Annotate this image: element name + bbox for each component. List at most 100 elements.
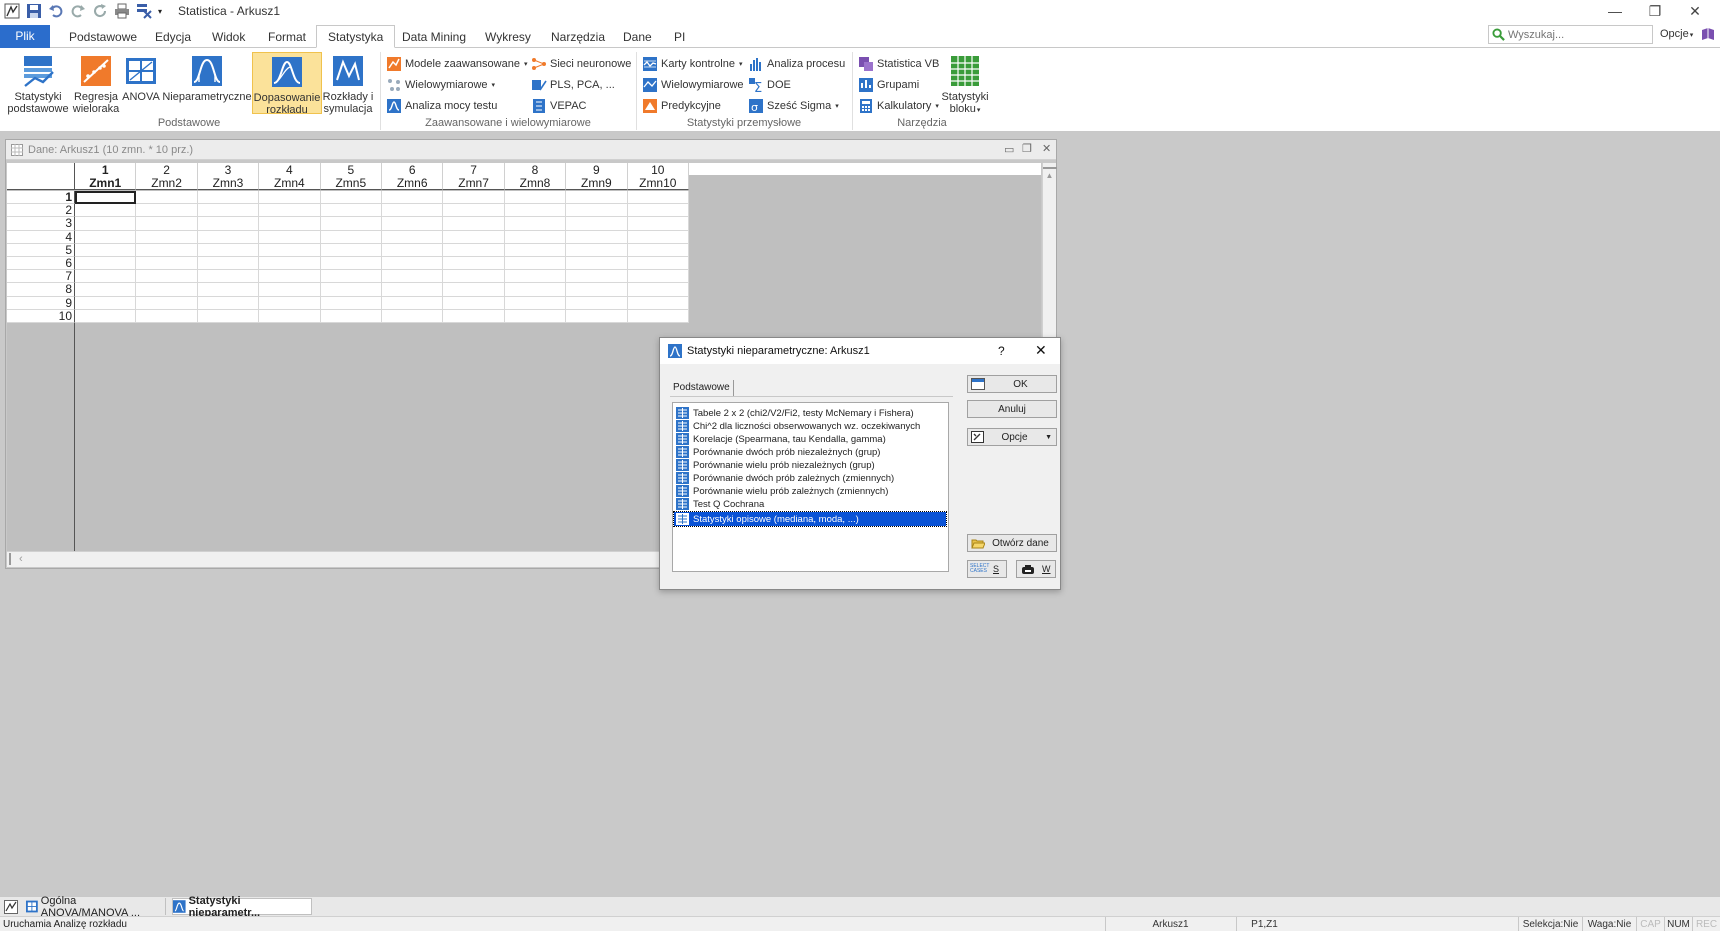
column-header[interactable]: 10 Zmn10 [627,163,689,190]
column-header[interactable]: 2 Zmn2 [136,163,198,190]
grid-cell[interactable] [136,204,198,218]
grid-cell[interactable] [136,270,198,284]
dopasowanie-rozkladu-button[interactable]: Dopasowanie rozkładu [252,52,322,116]
grid-cell[interactable] [320,257,382,271]
grid-cell[interactable] [382,217,444,231]
column-header[interactable]: 5 Zmn5 [320,163,382,190]
analysis-list-item[interactable]: Porównanie wielu prób niezależnych (grup… [674,458,946,472]
scroll-thumb[interactable] [1043,163,1057,169]
options-menu-button[interactable]: Opcje▾ [1660,28,1693,40]
grid-cell[interactable] [259,243,321,257]
row-header[interactable]: 3 [7,217,75,231]
grid-cell[interactable] [627,204,689,218]
grid-cell[interactable] [443,230,505,244]
column-header[interactable]: 7 Zmn7 [443,163,505,190]
cancel-button[interactable]: Anuluj [967,400,1057,418]
column-header[interactable]: 9 Zmn9 [566,163,628,190]
row-header[interactable]: 9 [7,296,75,310]
grid-cell[interactable] [504,257,567,271]
grid-cell[interactable] [443,204,505,218]
tab-data-mining[interactable]: Data Mining [391,26,477,48]
grid-cell[interactable] [259,257,321,271]
grid-cell[interactable] [320,204,382,218]
taskbar-item-anova[interactable]: Ogólna ANOVA/MANOVA ... [26,895,166,919]
grid-cell[interactable] [566,191,628,205]
close-icon[interactable]: ✕ [1042,142,1051,155]
grid-cell[interactable] [566,257,628,271]
grid-cell[interactable] [443,217,505,231]
grid-cell[interactable] [504,204,567,218]
grid-cell[interactable] [197,243,260,257]
grid-cell[interactable] [382,283,444,297]
wielowymiarowe-button[interactable]: Wielowymiarowe ▾ [386,75,495,94]
row-header[interactable]: 7 [7,270,75,284]
grid-cell[interactable] [504,217,567,231]
grid-cell[interactable] [627,296,689,310]
grid-cell[interactable] [504,270,567,284]
grid-cell[interactable] [136,257,198,271]
statystyki-podstawowe-button[interactable]: Statystyki podstawowe [6,54,70,115]
pls-pca-button[interactable]: PLS, PCA, ... [531,75,615,94]
scroll-thumb[interactable] [9,553,11,565]
analysis-list-item[interactable]: Test Q Cochrana [674,497,946,511]
column-header[interactable]: 8 Zmn8 [504,163,567,190]
scroll-up-icon[interactable]: ▲ [1043,171,1056,180]
grid-cell[interactable] [627,309,689,323]
search-box[interactable] [1488,25,1653,44]
grid-cell[interactable] [75,296,137,310]
grid-cell[interactable] [627,217,689,231]
grid-cell[interactable] [627,243,689,257]
analiza-mocy-testu-button[interactable]: Analiza mocy testu [386,96,497,115]
grid-cell[interactable] [136,230,198,244]
grid-cell[interactable] [75,283,137,297]
row-header[interactable]: 2 [7,204,75,218]
tab-plik[interactable]: Plik [0,25,50,48]
grid-cell[interactable] [75,270,137,284]
tab-pi[interactable]: PI [663,26,696,48]
doe-button[interactable]: Σ DOE [748,75,791,94]
row-header[interactable]: 4 [7,230,75,244]
grupami-button[interactable]: Grupami [858,75,919,94]
wielowymiarowe-przem-button[interactable]: Wielowymiarowe [642,75,744,94]
restore-icon[interactable]: ❐ [1022,142,1032,155]
grid-cell[interactable] [443,257,505,271]
regresja-wieloraka-button[interactable]: Regresja wieloraka [71,54,121,115]
grid-cell[interactable] [197,283,260,297]
grid-cell[interactable] [566,296,628,310]
grid-cell[interactable] [566,283,628,297]
grid-cell[interactable] [75,243,137,257]
analysis-list-item[interactable]: Chi^2 dla liczności obserwowanych wz. oc… [674,419,946,433]
grid-cell[interactable] [197,217,260,231]
select-cases-button[interactable]: SELECT CASES S [967,560,1007,578]
grid-cell[interactable] [259,204,321,218]
grid-cell[interactable] [627,191,689,205]
grid-cell[interactable] [627,270,689,284]
row-header[interactable]: 5 [7,243,75,257]
grid-cell[interactable] [259,230,321,244]
grid-cell[interactable] [75,257,137,271]
ok-button[interactable]: OK [967,375,1057,393]
search-input[interactable] [1508,28,1643,41]
grid-cell[interactable] [197,191,260,205]
grid-cell[interactable] [320,217,382,231]
karty-kontrolne-button[interactable]: Karty kontrolne ▾ [642,54,743,73]
grid-cell[interactable] [259,309,321,323]
column-header[interactable]: 3 Zmn3 [197,163,260,190]
restore-icon[interactable]: ❐ [1635,0,1675,22]
grid-cell[interactable] [259,217,321,231]
grid-cell[interactable] [566,243,628,257]
tab-edycja[interactable]: Edycja [144,26,202,48]
grid-cell[interactable] [320,283,382,297]
grid-cell[interactable] [504,243,567,257]
grid-cell[interactable] [443,243,505,257]
grid-corner[interactable] [7,163,75,190]
grid-cell[interactable] [382,230,444,244]
analysis-list-item[interactable]: Statystyki opisowe (mediana, moda, ...) [673,511,947,527]
minimize-icon[interactable]: — [1595,0,1635,22]
grid-cell[interactable] [382,204,444,218]
taskbar-item-nonparametric[interactable]: Statystyki nieparametr... [172,895,312,919]
grid-cell[interactable] [320,270,382,284]
szesc-sigma-button[interactable]: σ Sześć Sigma ▾ [748,96,839,115]
tab-dane[interactable]: Dane [612,26,663,48]
row-header[interactable]: 10 [7,309,75,323]
